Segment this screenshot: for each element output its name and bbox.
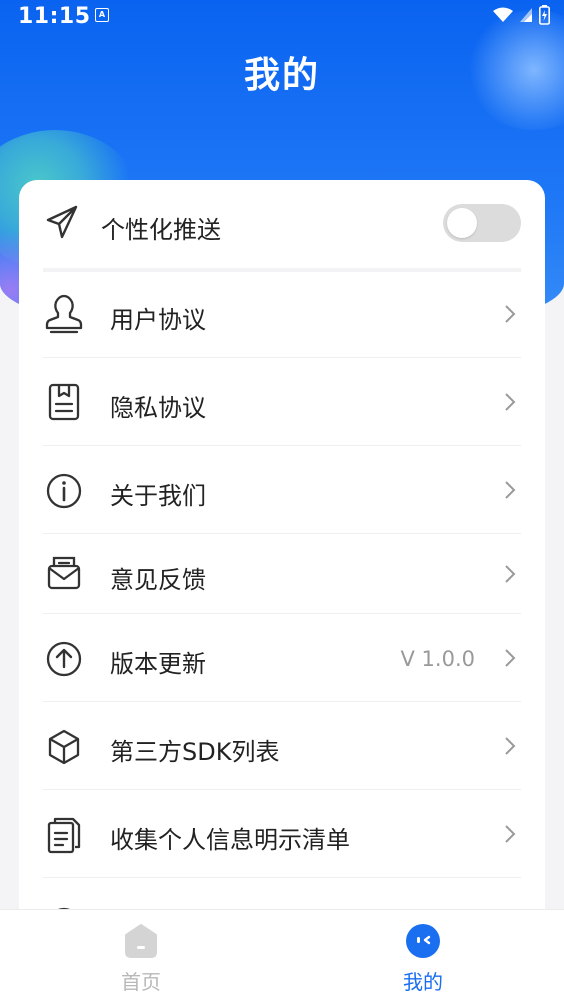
menu-item-label: 收集个人信息明示清单 [110,826,350,854]
mail-icon [45,554,83,596]
menu-item-label: 隐私协议 [110,394,206,422]
chevron-right-icon [503,735,517,761]
send-icon [45,204,79,244]
menu-item-personal-info-list[interactable]: 收集个人信息明示清单 [19,790,545,878]
chevron-right-icon [503,563,517,589]
tab-home[interactable]: 首页 [0,910,282,1005]
upload-icon [45,640,83,682]
chevron-right-icon [503,823,517,849]
menu-item-feedback[interactable]: 意见反馈 [19,534,545,614]
chevron-right-icon [503,391,517,417]
stamp-icon [45,294,83,338]
battery-icon [539,5,550,25]
bottom-tab-bar: 首页 我的 [0,909,564,1005]
copy-icon [45,815,83,859]
push-setting-row: 个性化推送 [19,180,545,268]
menu-item-version-update[interactable]: 版本更新 V 1.0.0 [19,614,545,702]
chevron-right-icon [503,303,517,329]
wifi-icon [493,7,513,22]
version-value: V 1.0.0 [400,647,475,671]
chevron-right-icon [503,647,517,673]
push-toggle[interactable] [443,204,521,242]
toggle-knob [447,208,477,238]
menu-item-third-party-sdk[interactable]: 第三方SDK列表 [19,702,545,790]
status-icons [493,5,550,25]
home-icon [125,924,157,958]
cube-icon [45,728,83,770]
signal-icon [520,8,532,22]
chevron-right-icon [503,479,517,505]
menu-item-about-us[interactable]: 关于我们 [19,446,545,534]
profile-face-icon [406,924,440,958]
push-setting-label: 个性化推送 [101,216,221,244]
settings-card: 个性化推送 用户协议 隐私协议 关于我们 意见反馈 版本更新 V 1.0.0 第… [19,180,545,940]
menu-item-user-agreement[interactable]: 用户协议 [19,270,545,358]
menu-item-label: 用户协议 [110,306,206,334]
menu-item-label: 版本更新 [110,650,206,678]
status-bar: 11:15 A [0,0,564,34]
notification-icon: A [95,8,109,22]
info-icon [45,472,83,514]
document-icon [45,382,83,426]
menu-item-label: 第三方SDK列表 [110,738,280,766]
menu-item-privacy-policy[interactable]: 隐私协议 [19,358,545,446]
tab-label: 我的 [403,970,443,994]
menu-item-label: 关于我们 [110,482,206,510]
page-title: 我的 [243,55,320,96]
menu-item-label: 意见反馈 [110,566,206,594]
tab-mine[interactable]: 我的 [282,910,564,1005]
tab-label: 首页 [121,970,161,994]
status-time: 11:15 [18,4,91,29]
